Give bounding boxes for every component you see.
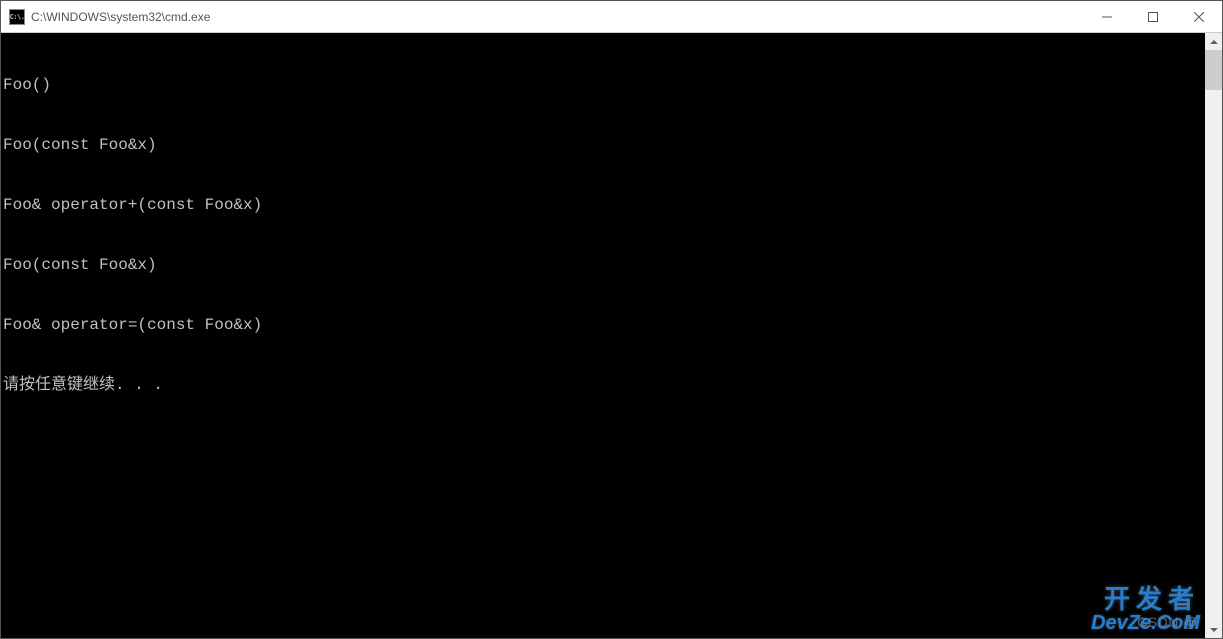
scrollbar-thumb[interactable] [1205,50,1222,90]
close-button[interactable] [1176,1,1222,32]
window-content: Foo() Foo(const Foo&x) Foo& operator+(co… [1,33,1222,638]
cmd-window: C:\. C:\WINDOWS\system32\cmd.exe Foo() F… [0,0,1223,639]
console-line: Foo& operator=(const Foo&x) [3,315,1205,335]
vertical-scrollbar[interactable] [1205,33,1222,638]
console-line: 请按任意键继续. . . [3,375,1205,395]
console-line: Foo(const Foo&x) [3,255,1205,275]
console-line: Foo(const Foo&x) [3,135,1205,155]
window-controls [1084,1,1222,32]
titlebar[interactable]: C:\. C:\WINDOWS\system32\cmd.exe [1,1,1222,33]
scrollbar-arrow-up-icon[interactable] [1205,33,1222,50]
console-line: Foo() [3,75,1205,95]
maximize-button[interactable] [1130,1,1176,32]
close-icon [1194,12,1204,22]
minimize-icon [1102,12,1112,22]
console-line: Foo& operator+(const Foo&x) [3,195,1205,215]
minimize-button[interactable] [1084,1,1130,32]
cmd-icon-text: C:\. [10,13,25,21]
cmd-icon: C:\. [9,9,25,25]
maximize-icon [1148,12,1158,22]
console-output[interactable]: Foo() Foo(const Foo&x) Foo& operator+(co… [1,33,1205,638]
scrollbar-arrow-down-icon[interactable] [1205,621,1222,638]
window-title: C:\WINDOWS\system32\cmd.exe [31,10,1084,24]
